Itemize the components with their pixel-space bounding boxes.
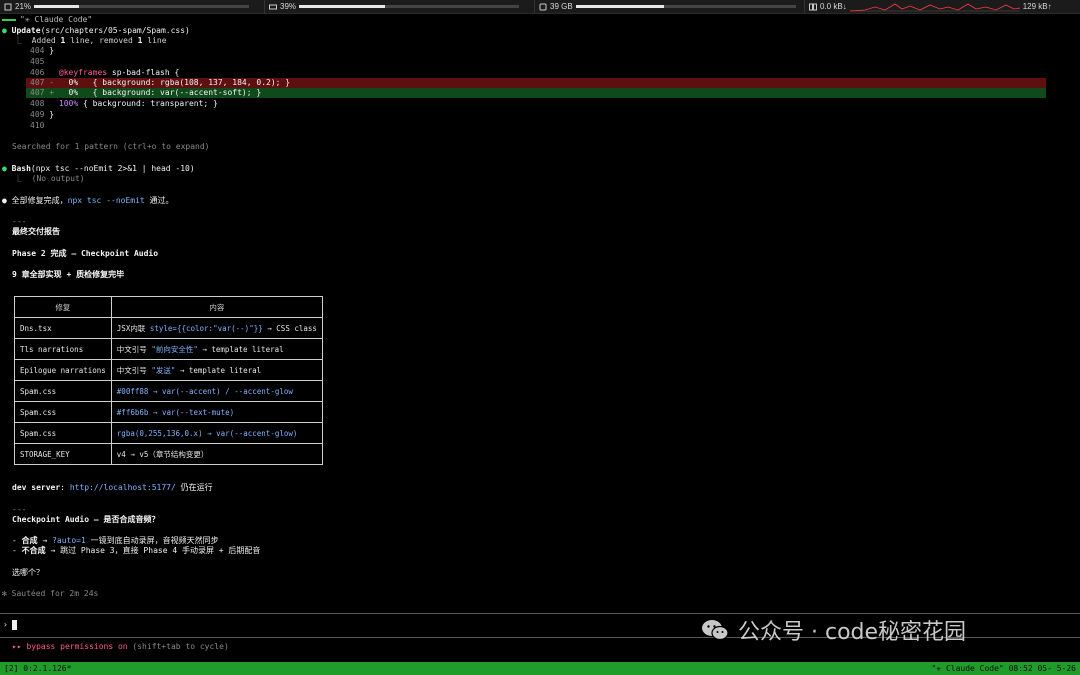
separator: --- (12, 217, 27, 226)
watermark: 公众号 · code秘密花园 (700, 614, 966, 646)
diff-line-407-removed: 407 - 0% { background: rgba(108, 137, 18… (30, 78, 291, 87)
cpu-percent: 21% (15, 2, 32, 11)
update-line: ● Update(src/chapters/05-spam/Spam.css) (2, 26, 190, 36)
terminal-title-line: "✳ Claude Code" (0, 15, 1080, 25)
diff-line-409: 409 } (30, 110, 55, 119)
disk-icon (539, 3, 547, 10)
system-status-bar: 21% 39% 39 GB 0.0 kB↓ 129 kB↑ (0, 0, 1080, 14)
success-bullet-icon: ● (2, 26, 7, 35)
diff-line-404: 404 } (30, 46, 55, 55)
table-cell-content: v4 → v5（章节结构变更） (110, 443, 323, 465)
dev-server-line: dev server: http://localhost:5177/ 仍在运行 (12, 483, 213, 492)
memory-bar (299, 5, 520, 8)
update-path: (src/chapters/05-spam/Spam.css) (40, 26, 190, 35)
tmux-status-bar: [2] 0:2.1.126* "✳ Claude Code" 08:52 05-… (0, 662, 1080, 675)
table-header-row: 修复 内容 (14, 296, 323, 318)
memory-meter: 39% (265, 0, 535, 14)
disk-bar (575, 5, 796, 8)
network-up: 129 kB↑ (1022, 2, 1052, 11)
table-cell-content: 中文引号 "发送" → template literal (110, 359, 323, 381)
table-cell-file: STORAGE_KEY (14, 443, 112, 465)
prompt-symbol: › (3, 620, 8, 629)
double-arrow-icon: ▸▸ (12, 642, 27, 651)
searched-line[interactable]: Searched for 1 pattern (ctrl+o to expand… (12, 142, 209, 152)
network-graph (849, 3, 1020, 11)
network-down: 0.0 kB↓ (820, 2, 847, 11)
cpu-bar (34, 5, 250, 8)
bash-command: (npx tsc --noEmit 2>&1 | head -10) (30, 164, 195, 173)
update-label: Update (11, 26, 41, 35)
fix-table: 修复 内容 Dns.tsx JSX内联 style={{color:"var(-… (14, 296, 323, 465)
bash-label: Bash (11, 164, 31, 173)
table-header: 修复 (14, 296, 112, 318)
table-cell-content: #00ff88 → var(--accent) / --accent-glow (110, 380, 323, 402)
phase-line: Phase 2 完成 — Checkpoint Audio (12, 249, 159, 258)
table-cell-content: rgba(0,255,136,0.x) → var(--accent-glow) (110, 422, 323, 444)
table-row: Dns.tsx JSX内联 style={{color:"var(--)"}} … (14, 317, 323, 339)
dev-server-link[interactable]: http://localhost:5177/ (70, 483, 176, 492)
table-cell-file: Epilogue narrations (14, 359, 112, 381)
table-cell-content: 中文引号 "前向安全性" → template literal (110, 338, 323, 360)
timer-line: ✻ Sautéed for 2m 24s (2, 589, 99, 598)
separator: --- (12, 505, 27, 514)
tmux-session-label[interactable]: [2] 0:2.1.126* (4, 662, 71, 675)
diff-line-408: 408 100% { background: transparent; } (30, 99, 218, 108)
wechat-logo-icon (702, 620, 729, 641)
disk-usage: 39 GB (550, 2, 573, 11)
table-cell-file: Dns.tsx (14, 317, 112, 339)
table-cell-content: #ff6b6b → var(--text-mute) (110, 401, 323, 423)
ask-line: 选哪个？ (12, 568, 44, 577)
table-row: Tls narrations 中文引号 "前向安全性" → template l… (14, 338, 323, 360)
question-line: Checkpoint Audio — 是否合成音频？ (12, 515, 160, 524)
diff-line-410: 410 (30, 121, 45, 130)
terminal-title: "✳ Claude Code" (20, 15, 93, 24)
success-bullet-icon: ● (2, 164, 7, 173)
table-row: Epilogue narrations 中文引号 "发送" → template… (14, 359, 323, 381)
table-row: STORAGE_KEY v4 → v5（章节结构变更） (14, 443, 323, 465)
chapters-line: 9 章全部实现 + 质检修复完毕 (12, 270, 125, 279)
memory-bar-fill (299, 5, 385, 8)
bash-output: ⎿ (No output) (14, 174, 85, 183)
bullet-icon: ● (2, 196, 7, 205)
diff-line-407-added: 407 + 0% { background: var(--accent-soft… (30, 88, 262, 97)
tree-branch-icon: ⎿ (14, 36, 22, 45)
cpu-icon (4, 3, 12, 10)
table-cell-file: Spam.css (14, 401, 112, 423)
memory-icon (269, 4, 277, 9)
diff-line-406: 406 @keyframes sp-bad-flash { (30, 68, 180, 77)
diff-line-405: 405 (30, 57, 45, 66)
memory-percent: 39% (280, 2, 297, 11)
watermark-text: 公众号 · code秘密花园 (738, 620, 967, 645)
tmux-clock: "✳ Claude Code" 08:52 05- 5-26 (931, 664, 1077, 673)
bypass-permissions-line[interactable]: ▸▸ bypass permissions on (shift+tab to c… (12, 642, 229, 652)
table-cell-file: Tls narrations (14, 338, 112, 360)
table-header: 内容 (110, 296, 323, 318)
table-cell-content: JSX内联 style={{color:"var(--)"}} → CSS cl… (110, 317, 323, 339)
disk-meter: 39 GB (535, 0, 805, 14)
option-skip: - 不合成 → 跳过 Phase 3，直接 Phase 4 手动录屏 + 后期配… (12, 546, 261, 555)
cpu-bar-fill (34, 5, 80, 8)
report-title: 最终交付报告 (12, 227, 60, 236)
table-row: Spam.css #00ff88 → var(--accent) / --acc… (14, 380, 323, 402)
disk-bar-fill (575, 5, 664, 8)
table-row: Spam.css rgba(0,255,136,0.x) → var(--acc… (14, 422, 323, 444)
update-summary: ⎿ Added 1 line, removed 1 line (14, 36, 167, 45)
table-cell-file: Spam.css (14, 380, 112, 402)
prompt-input[interactable] (12, 620, 17, 630)
option-synthesize: - 合成 → ?auto=1 一镜到底自动录屏，音视频天然同步 (12, 536, 219, 545)
network-meter: 0.0 kB↓ 129 kB↑ (805, 0, 1080, 14)
cpu-meter: 21% (0, 0, 265, 14)
network-icon (809, 3, 817, 10)
table-cell-file: Spam.css (14, 422, 112, 444)
done-line: ● 全部修复完成，npx tsc --noEmit 通过。 (2, 196, 174, 205)
active-pane-marker (2, 19, 16, 21)
table-row: Spam.css #ff6b6b → var(--text-mute) (14, 401, 323, 423)
bash-line: ● Bash(npx tsc --noEmit 2>&1 | head -10) (2, 164, 195, 174)
